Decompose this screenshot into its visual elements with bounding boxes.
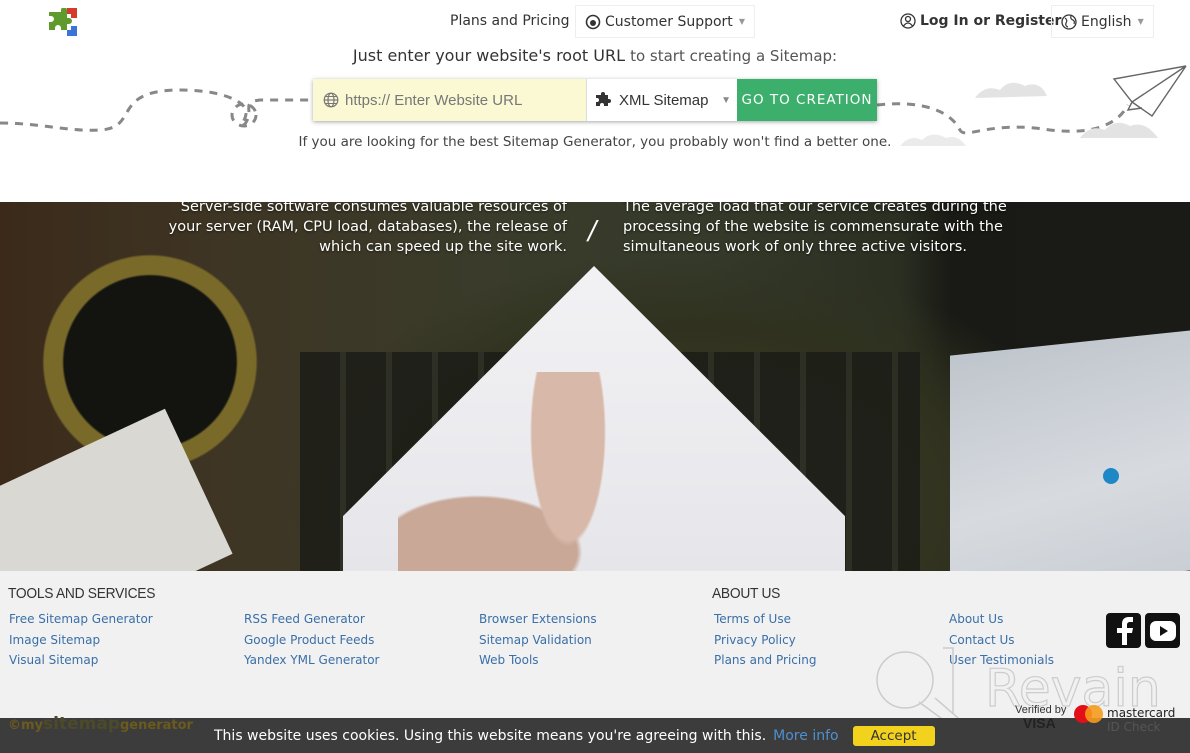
sitemap-form: XML Sitemap ▼ GO TO CREATION xyxy=(313,79,877,121)
about-column-1: Terms of Use Privacy Policy Plans and Pr… xyxy=(714,611,816,669)
subline: If you are looking for the best Sitemap … xyxy=(298,134,892,150)
document-image xyxy=(950,328,1190,571)
footer-link[interactable]: Sitemap Validation xyxy=(479,632,597,649)
paper-plane-icon xyxy=(1112,65,1187,117)
language-label: English xyxy=(1081,13,1132,30)
tools-column-2: RSS Feed Generator Google Product Feeds … xyxy=(244,611,379,669)
brand-suffix: generator xyxy=(120,718,193,733)
hand-image xyxy=(398,372,608,571)
youtube-icon[interactable] xyxy=(1145,613,1180,648)
cookie-message: This website uses cookies. Using this we… xyxy=(214,727,767,744)
nav-customer-support-dropdown[interactable]: Customer Support ▼ xyxy=(575,5,755,38)
headset-icon xyxy=(585,14,601,29)
cookie-more-info-link[interactable]: More info xyxy=(773,728,838,744)
hero-text-right: The average load that our service create… xyxy=(623,202,1007,255)
mastercard-text: mastercard xyxy=(1107,706,1175,720)
footer-link[interactable]: Yandex YML Generator xyxy=(244,652,379,669)
footer-link[interactable]: Plans and Pricing xyxy=(714,652,816,669)
logo-puzzle-icon[interactable] xyxy=(49,8,77,36)
tagline: Just enter your website's root URL to st… xyxy=(0,46,1190,65)
tagline-light: to start creating a Sitemap: xyxy=(630,47,838,65)
nav-login-label: Log In or Register xyxy=(920,13,1062,29)
tools-column-1: Free Sitemap Generator Image Sitemap Vis… xyxy=(9,611,153,669)
visa-text: VISA xyxy=(1023,715,1056,731)
sitemap-type-label: XML Sitemap xyxy=(619,91,709,109)
footer-link[interactable]: Contact Us xyxy=(949,632,1054,649)
user-icon xyxy=(900,13,916,29)
hero-separator: / xyxy=(585,216,600,246)
social-links xyxy=(1106,613,1180,648)
payment-badges: Verified by VISA mastercard ID Check xyxy=(1015,704,1175,734)
nav-plans-label: Plans and Pricing xyxy=(450,13,570,29)
puzzle-icon xyxy=(596,92,611,106)
id-check-text: ID Check xyxy=(1107,720,1161,734)
hero-banner: Server-side software consumes valuable r… xyxy=(0,202,1190,571)
footer-link[interactable]: Web Tools xyxy=(479,652,597,669)
footer-link[interactable]: Privacy Policy xyxy=(714,632,816,649)
globe-icon xyxy=(323,92,339,108)
tools-column-3: Browser Extensions Sitemap Validation We… xyxy=(479,611,597,669)
footer-link[interactable]: User Testimonials xyxy=(949,652,1054,669)
nav-login-register[interactable]: Log In or Register xyxy=(900,5,1061,37)
brand-main: sitemap xyxy=(43,714,120,734)
nav-support-label: Customer Support xyxy=(605,13,733,30)
footer-link[interactable]: Image Sitemap xyxy=(9,632,153,649)
cookie-accept-button[interactable]: Accept xyxy=(852,725,935,746)
paper-image xyxy=(0,408,233,571)
website-url-input[interactable] xyxy=(345,91,565,109)
footer-link[interactable]: Visual Sitemap xyxy=(9,652,153,669)
chevron-down-icon: ▼ xyxy=(1137,17,1144,26)
footer-link[interactable]: Browser Extensions xyxy=(479,611,597,628)
url-field-wrapper xyxy=(313,79,587,121)
document-badge xyxy=(1103,468,1119,484)
language-dropdown[interactable]: English ▼ xyxy=(1051,5,1154,38)
about-column-2: About Us Contact Us User Testimonials xyxy=(949,611,1054,669)
header: Plans and Pricing Customer Support ▼ Log… xyxy=(0,0,1190,202)
nav-plans-and-pricing[interactable]: Plans and Pricing xyxy=(450,5,570,37)
footer-link[interactable]: RSS Feed Generator xyxy=(244,611,379,628)
chevron-down-icon: ▼ xyxy=(738,17,745,26)
about-heading: ABOUT US xyxy=(712,585,781,602)
brand-footer-logo[interactable]: ©mysitemapgenerator xyxy=(8,714,193,734)
globe-icon xyxy=(1061,13,1077,30)
chevron-down-icon: ▼ xyxy=(721,94,731,106)
hero-text-left: Server-side software consumes valuable r… xyxy=(168,202,567,255)
footer-link[interactable]: Free Sitemap Generator xyxy=(9,611,153,628)
tagline-strong: Just enter your website's root URL xyxy=(352,46,625,65)
go-to-creation-button[interactable]: GO TO CREATION xyxy=(737,79,877,121)
footer-link[interactable]: About Us xyxy=(949,611,1054,628)
footer: TOOLS AND SERVICES ABOUT US Free Sitemap… xyxy=(0,571,1190,734)
brand-prefix: ©my xyxy=(8,718,44,733)
mastercard-icon-orange xyxy=(1085,705,1103,723)
facebook-icon[interactable] xyxy=(1106,613,1141,648)
sitemap-type-select[interactable]: XML Sitemap ▼ xyxy=(587,79,737,121)
footer-link[interactable]: Google Product Feeds xyxy=(244,632,379,649)
tools-heading: TOOLS AND SERVICES xyxy=(8,585,156,602)
footer-link[interactable]: Terms of Use xyxy=(714,611,816,628)
